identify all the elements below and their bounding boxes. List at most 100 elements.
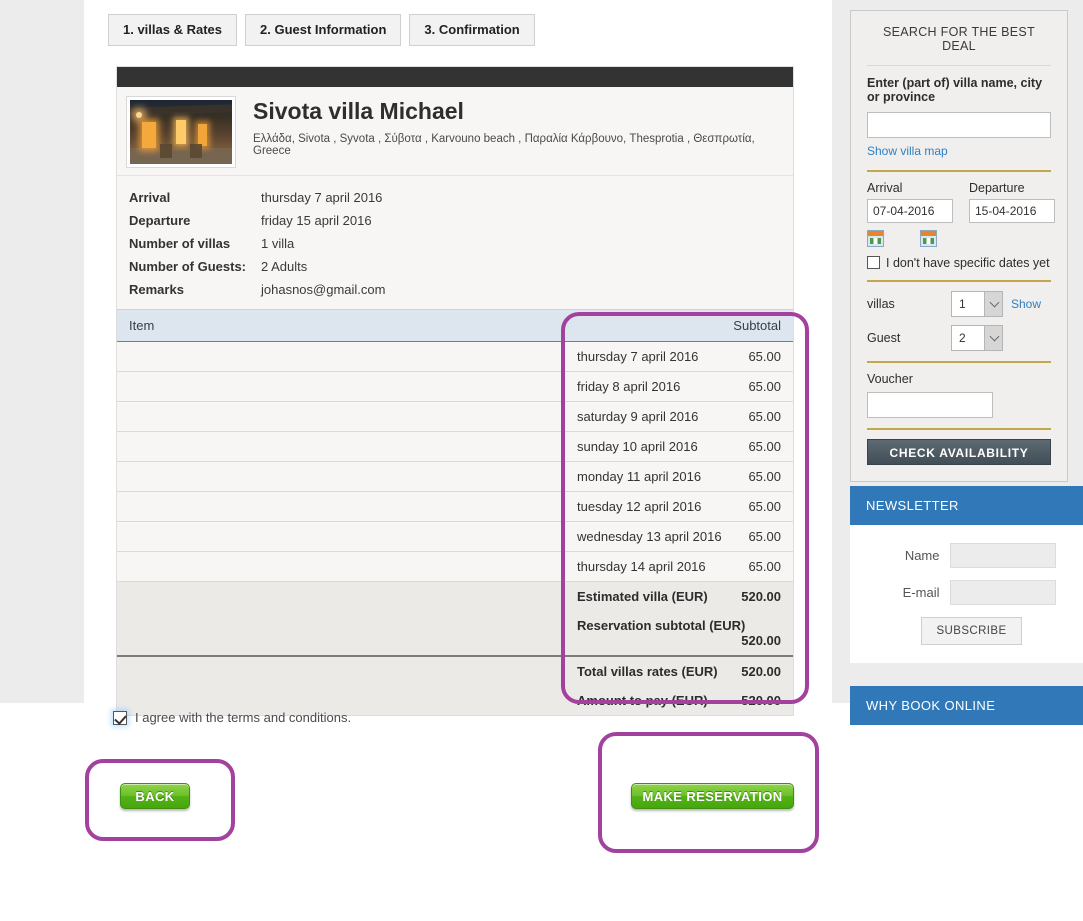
rate-day-amount: 65.00 <box>748 529 781 544</box>
make-reservation-button[interactable]: MAKE RESERVATION <box>631 783 794 809</box>
item-cell <box>117 401 565 432</box>
rate-day-amount: 65.00 <box>748 349 781 364</box>
item-cell <box>117 461 565 492</box>
terms-checkbox[interactable] <box>113 710 127 725</box>
summary-label: Reservation subtotal (EUR) <box>577 618 746 633</box>
detail-row-remarks: Remarks johasnos@gmail.com <box>117 278 793 301</box>
item-cell <box>117 521 565 552</box>
rate-day-label: thursday 14 april 2016 <box>577 559 706 574</box>
rates-table: Item Subtotal thursday 7 april 2016 65.0… <box>117 309 793 715</box>
rate-day-amount: 65.00 <box>748 469 781 484</box>
date-range-fields: Arrival Departure <box>867 181 1055 223</box>
summary-label: Estimated villa (EUR) <box>577 589 708 604</box>
villa-thumbnail-image <box>126 96 236 168</box>
card-top-bar <box>117 67 793 87</box>
back-button[interactable]: BACK <box>120 783 190 809</box>
tab-villas-and-rates[interactable]: 1. villas & Rates <box>108 14 237 47</box>
villas-count-value: 1 <box>959 296 966 311</box>
villa-name-search-input[interactable] <box>867 111 1051 138</box>
item-cell <box>117 611 565 655</box>
newsletter-name-row: Name <box>866 543 1077 568</box>
villas-label: villas <box>867 296 895 311</box>
voucher-input[interactable] <box>867 391 993 418</box>
detail-row-departure: Departure friday 15 april 2016 <box>117 209 793 232</box>
total-row-total-villas-rates: Total villas rates (EUR) 520.00 <box>117 657 793 686</box>
search-panel: SEARCH FOR THE BEST DEAL Enter (part of)… <box>850 10 1068 482</box>
table-row: thursday 14 april 2016 65.00 <box>117 551 793 582</box>
newsletter-name-input[interactable] <box>949 543 1056 568</box>
villa-name-field-label: Enter (part of) villa name, city or prov… <box>867 76 1043 105</box>
reservation-card: Sivota villa Michael Ελλάδα, Sivota , Sy… <box>116 66 794 716</box>
show-villa-map-link[interactable]: Show villa map <box>867 144 948 158</box>
booking-steps: 1. villas & Rates 2. Guest Information 3… <box>108 14 535 47</box>
detail-value: 1 villa <box>261 236 295 251</box>
detail-value: 2 Adults <box>261 259 308 274</box>
villas-count-row: villas 1 Show <box>867 290 1051 317</box>
departure-label: Departure <box>969 180 1025 195</box>
newsletter-title: NEWSLETTER <box>850 486 1083 525</box>
summary-amount: 520.00 <box>741 589 781 604</box>
why-book-online-panel: WHY BOOK ONLINE <box>850 686 1083 725</box>
arrival-calendar-icon[interactable] <box>867 229 884 247</box>
newsletter-body: Name E-mail SUBSCRIBE <box>850 525 1083 663</box>
total-label: Total villas rates (EUR) <box>577 664 718 679</box>
tab-confirmation[interactable]: 3. Confirmation <box>409 14 535 47</box>
arrival-date-input[interactable] <box>867 198 953 223</box>
divider-gold <box>867 360 1051 363</box>
chevron-down-icon <box>989 297 1000 308</box>
table-row: thursday 7 april 2016 65.00 <box>117 341 793 372</box>
detail-value: johasnos@gmail.com <box>261 282 386 297</box>
guest-count-select[interactable]: 2 <box>951 324 1003 351</box>
rate-day-cell: monday 11 april 2016 65.00 <box>565 461 793 492</box>
detail-label: Number of Guests: <box>129 259 247 274</box>
summary-amount: 520.00 <box>741 633 781 648</box>
rate-day-label: saturday 9 april 2016 <box>577 409 699 424</box>
voucher-label: Voucher <box>867 371 913 386</box>
rate-day-amount: 65.00 <box>748 559 781 574</box>
guest-label: Guest <box>867 330 901 345</box>
newsletter-email-label: E-mail <box>902 585 940 600</box>
rate-day-label: friday 8 april 2016 <box>577 379 681 394</box>
newsletter-email-row: E-mail <box>866 580 1077 605</box>
departure-calendar-icon[interactable] <box>920 229 937 247</box>
newsletter-subscribe-wrap: SUBSCRIBE <box>866 617 1077 645</box>
reservation-details: Arrival thursday 7 april 2016 Departure … <box>117 176 793 309</box>
calendar-icon-row <box>867 229 1051 247</box>
newsletter-name-label: Name <box>904 548 940 563</box>
rates-table-header-row: Item Subtotal <box>117 309 793 342</box>
detail-value: friday 15 april 2016 <box>261 213 372 228</box>
rate-day-label: sunday 10 april 2016 <box>577 439 698 454</box>
total-amount: 520.00 <box>741 693 781 708</box>
detail-row-number-of-guests: Number of Guests: 2 Adults <box>117 255 793 278</box>
rate-day-cell: thursday 14 april 2016 65.00 <box>565 551 793 582</box>
departure-date-input[interactable] <box>969 198 1055 223</box>
detail-row-arrival: Arrival thursday 7 april 2016 <box>117 186 793 209</box>
divider-gold <box>867 279 1051 282</box>
show-link[interactable]: Show <box>1011 297 1041 311</box>
summary-row-reservation-subtotal: Reservation subtotal (EUR) 520.00 <box>117 611 793 655</box>
divider <box>867 65 1051 66</box>
detail-label: Number of villas <box>129 236 231 251</box>
detail-value: thursday 7 april 2016 <box>261 190 383 205</box>
rate-day-amount: 65.00 <box>748 409 781 424</box>
newsletter-email-input[interactable] <box>949 580 1056 605</box>
item-cell <box>117 551 565 582</box>
item-cell <box>117 431 565 462</box>
summary-cell: Estimated villa (EUR) 520.00 <box>565 581 793 611</box>
villa-header: Sivota villa Michael Ελλάδα, Sivota , Sy… <box>117 87 793 176</box>
rate-day-label: tuesday 12 april 2016 <box>577 499 702 514</box>
item-cell <box>117 371 565 402</box>
villas-count-select[interactable]: 1 <box>951 290 1003 317</box>
subscribe-button[interactable]: SUBSCRIBE <box>921 617 1022 645</box>
page-root: 1. villas & Rates 2. Guest Information 3… <box>0 0 1083 921</box>
summary-row-estimated-villa: Estimated villa (EUR) 520.00 <box>117 581 793 611</box>
rate-day-cell: saturday 9 april 2016 65.00 <box>565 401 793 432</box>
table-row: tuesday 12 april 2016 65.00 <box>117 491 793 522</box>
rate-day-label: wednesday 13 april 2016 <box>577 529 722 544</box>
no-specific-dates-checkbox[interactable] <box>867 256 880 270</box>
rate-day-label: monday 11 april 2016 <box>577 469 702 484</box>
table-row: saturday 9 april 2016 65.00 <box>117 401 793 432</box>
summary-cell: Reservation subtotal (EUR) 520.00 <box>565 611 793 655</box>
check-availability-button[interactable]: CHECK AVAILABILITY <box>867 438 1051 465</box>
tab-guest-information[interactable]: 2. Guest Information <box>245 14 402 47</box>
